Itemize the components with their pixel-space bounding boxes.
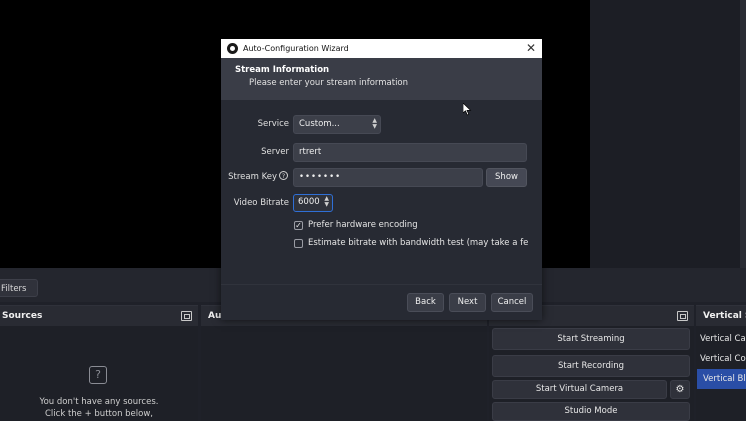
studio-mode-button[interactable]: Studio Mode [492,402,690,421]
sources-empty-line2: Click the + button below, [44,409,153,419]
undock-icon[interactable] [181,311,192,321]
video-bitrate-spinbox[interactable]: 6000 ▲ ▼ [293,194,333,212]
service-value: Custom... [299,119,340,129]
server-label: Server [261,147,289,157]
vertical-item[interactable]: Vertical Cam [700,334,746,344]
start-streaming-button[interactable]: Start Streaming [492,328,690,350]
dialog-title: Auto-Configuration Wizard [243,44,349,53]
service-select[interactable]: Custom... ▲ ▼ [293,115,381,134]
preview-side-area [590,0,746,268]
dialog-header: Stream Information Please enter your str… [221,58,542,100]
vertical-dock: Vertical Sc Vertical Cam Vertical Con Ve… [696,305,746,421]
dialog-titlebar[interactable]: Auto-Configuration Wizard ✕ [221,39,542,58]
auto-configuration-wizard-dialog: Auto-Configuration Wizard ✕ Stream Infor… [221,39,542,320]
server-value: rtrert [299,147,322,157]
mouse-cursor-icon [463,103,472,116]
service-label: Service [257,119,289,129]
spin-arrows-icon[interactable]: ▲ ▼ [324,196,329,208]
header-title: Stream Information [235,65,330,75]
sources-dock-title: Sources [0,306,198,326]
start-recording-button[interactable]: Start Recording [492,355,690,377]
audio-mixer-dock: Au [201,305,487,421]
sources-empty-line1: You don't have any sources. [39,397,159,407]
vertical-item[interactable]: Vertical Con [700,354,746,364]
show-key-button[interactable]: Show [486,168,527,187]
dialog-divider [221,284,542,285]
start-virtual-camera-button[interactable]: Start Virtual Camera [492,380,667,399]
virtual-camera-settings-icon[interactable]: ⚙ [670,380,690,399]
video-bitrate-label: Video Bitrate [233,198,289,208]
filters-button[interactable]: Filters [0,279,38,297]
undock-icon[interactable] [677,311,688,321]
estimate-bitrate-checkbox[interactable] [294,239,303,248]
question-icon: ? [89,366,107,384]
stream-key-input[interactable]: ••••••• [293,168,483,187]
server-input[interactable]: rtrert [293,143,527,162]
help-icon[interactable]: ? [279,171,288,180]
video-bitrate-value: 6000 [298,197,320,207]
obs-logo-icon [227,43,238,54]
prefer-hardware-checkbox[interactable]: ✓ [294,221,303,230]
stream-key-label: Stream Key [228,172,277,182]
scrollbar-strip[interactable] [740,0,746,268]
vertical-item-selected[interactable]: Vertical Blar [697,369,746,389]
cancel-button[interactable]: Cancel [491,293,533,312]
stream-key-value: ••••••• [299,172,342,182]
close-icon[interactable]: ✕ [526,39,536,58]
prefer-hardware-label: Prefer hardware encoding [308,220,418,230]
estimate-bitrate-label: Estimate bitrate with bandwidth test (ma… [308,238,528,248]
next-button[interactable]: Next [449,293,486,312]
controls-dock: Start Streaming Start Recording Start Vi… [489,305,694,421]
vertical-dock-title: Vertical Sc [696,306,746,326]
back-button[interactable]: Back [407,293,444,312]
select-arrows-icon: ▲ ▼ [372,117,377,130]
filters-label: Filters [1,284,27,294]
header-subtitle: Please enter your stream information [249,78,409,88]
